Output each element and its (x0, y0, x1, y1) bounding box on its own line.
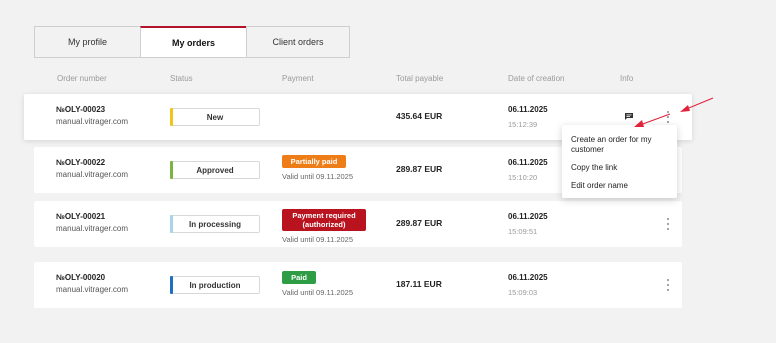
order-date: 06.11.2025 (508, 158, 548, 167)
order-number[interactable]: №OLY-00021 (56, 212, 105, 221)
context-menu: Create an order for my customer Copy the… (562, 125, 677, 198)
column-header-order-number: Order number (57, 74, 107, 83)
order-number[interactable]: №OLY-00023 (56, 105, 105, 114)
payment-valid-until: Valid until 09.11.2025 (282, 288, 354, 297)
status-badge: In processing (170, 215, 260, 233)
order-time: 15:09:51 (508, 227, 538, 236)
order-time: 15:12:39 (508, 120, 538, 129)
order-row[interactable]: №OLY-00021 manual.vitrager.com In proces… (34, 201, 682, 247)
order-total: 187.11 EUR (396, 279, 442, 289)
column-header-info: Info (620, 74, 634, 83)
column-header-total: Total payable (396, 74, 444, 83)
status-badge: New (170, 108, 260, 126)
status-label: New (206, 112, 224, 122)
chat-icon[interactable] (625, 113, 633, 120)
order-site: manual.vitrager.com (56, 117, 129, 126)
tab-my-orders[interactable]: My orders (140, 26, 246, 58)
order-site: manual.vitrager.com (56, 285, 129, 294)
tab-bar: My profile My orders Client orders (34, 26, 350, 58)
order-time: 15:09:03 (508, 288, 538, 297)
column-header-payment: Payment (282, 74, 314, 83)
payment-badge: Payment required (authorized) (282, 209, 366, 231)
payment-badge: Paid (282, 271, 316, 284)
menu-item-create-order-for-customer[interactable]: Create an order for my customer (571, 135, 668, 155)
kebab-menu-icon[interactable] (665, 279, 671, 291)
order-number[interactable]: №OLY-00022 (56, 158, 105, 167)
menu-item-edit-order-name[interactable]: Edit order name (571, 181, 668, 191)
status-label: In processing (188, 219, 241, 229)
payment-valid-until: Valid until 09.11.2025 (282, 172, 354, 181)
menu-item-copy-link[interactable]: Copy the link (571, 163, 668, 173)
order-time: 15:10:20 (508, 173, 538, 182)
column-header-date: Date of creation (508, 74, 565, 83)
order-date: 06.11.2025 (508, 273, 548, 282)
status-label: Approved (196, 165, 234, 175)
status-color-bar (170, 108, 173, 126)
status-color-bar (170, 215, 173, 233)
order-total: 289.87 EUR (396, 218, 443, 228)
tab-my-profile[interactable]: My profile (34, 26, 140, 58)
order-site: manual.vitrager.com (56, 170, 129, 179)
order-total: 435.64 EUR (396, 111, 443, 121)
order-date: 06.11.2025 (508, 105, 548, 114)
status-color-bar (170, 276, 173, 294)
column-header-status: Status (170, 74, 193, 83)
order-site: manual.vitrager.com (56, 224, 129, 233)
payment-valid-until: Valid until 09.11.2025 (282, 235, 354, 244)
payment-badge: Partially paid (282, 155, 346, 168)
status-label: In production (189, 280, 241, 290)
order-date: 06.11.2025 (508, 212, 548, 221)
order-total: 289.87 EUR (396, 164, 443, 174)
status-badge: Approved (170, 161, 260, 179)
status-badge: In production (170, 276, 260, 294)
order-row[interactable]: №OLY-00020 manual.vitrager.com In produc… (34, 262, 682, 308)
kebab-menu-icon[interactable] (665, 218, 671, 230)
status-color-bar (170, 161, 173, 179)
order-number[interactable]: №OLY-00020 (56, 273, 105, 282)
tab-client-orders[interactable]: Client orders (246, 26, 350, 58)
kebab-menu-icon[interactable] (665, 111, 671, 123)
